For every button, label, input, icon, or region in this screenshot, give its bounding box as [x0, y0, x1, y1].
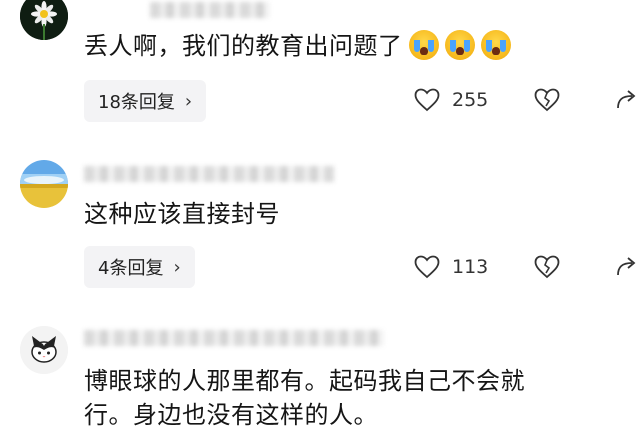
avatar[interactable]: [20, 160, 68, 208]
view-replies-button[interactable]: 18条回复 ›: [84, 80, 207, 122]
chevron-right-icon: ›: [173, 256, 181, 278]
like-button[interactable]: 113: [414, 255, 488, 279]
share-icon: [617, 257, 636, 276]
username-blurred: [150, 2, 270, 18]
username-blurred: [84, 166, 334, 182]
heart-icon: [414, 88, 440, 112]
dislike-button[interactable]: [534, 88, 560, 116]
comment-text-line: 行。身边也没有这样的人。: [84, 401, 378, 429]
like-count: 113: [452, 256, 489, 278]
cat-avatar-image: [20, 326, 68, 374]
comment-text-line: 博眼球的人那里都有。起码我自己不会就: [84, 367, 525, 395]
username-blurred: [84, 330, 384, 346]
replies-label: 18条回复: [98, 92, 175, 113]
comment-text-content: 这种应该直接封号: [84, 200, 280, 228]
comment-text: 博眼球的人那里都有。起码我自己不会就 行。身边也没有这样的人。: [84, 364, 620, 432]
crying-face-icon: [408, 30, 439, 60]
share-button[interactable]: [604, 88, 640, 116]
chevron-right-icon: ›: [184, 90, 193, 112]
share-icon: [617, 90, 636, 109]
replies-label: 4条回复: [98, 258, 164, 279]
broken-heart-icon: [534, 255, 560, 279]
share-button[interactable]: [604, 255, 640, 283]
crying-face-icon: [480, 30, 511, 60]
daisy-avatar-image: [20, 0, 68, 40]
like-count: 255: [452, 89, 489, 111]
broken-heart-icon: [534, 88, 560, 112]
avatar[interactable]: [20, 0, 68, 40]
dislike-button[interactable]: [534, 255, 560, 283]
comment-text: 这种应该直接封号: [84, 197, 620, 231]
like-button[interactable]: 255: [414, 88, 488, 112]
heart-icon: [414, 255, 440, 279]
view-replies-button[interactable]: 4条回复 ›: [84, 246, 195, 288]
comment-text: 丢人啊，我们的教育出问题了: [84, 29, 620, 63]
comment-text-content: 丢人啊，我们的教育出问题了: [84, 32, 403, 60]
avatar[interactable]: [20, 326, 68, 374]
crying-face-icon: [444, 30, 475, 60]
landscape-avatar-image: [20, 160, 68, 208]
